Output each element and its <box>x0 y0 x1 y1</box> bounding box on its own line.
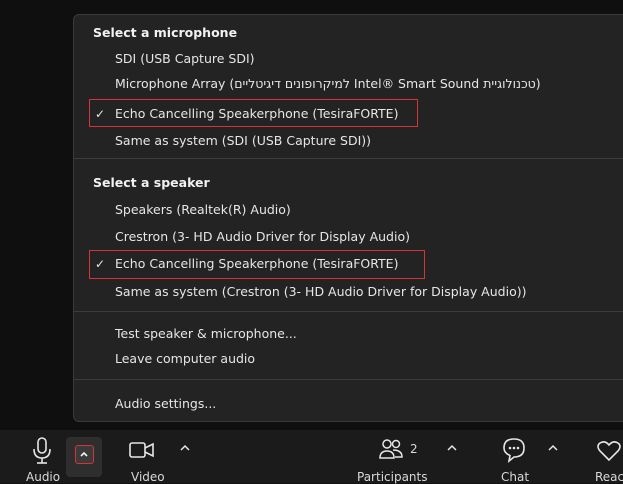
audio-label[interactable]: Audio <box>26 470 60 484</box>
video-chevron-up-icon[interactable] <box>180 444 190 452</box>
video-label[interactable]: Video <box>131 470 165 484</box>
participants-chevron-up-icon[interactable] <box>447 444 457 452</box>
participants-label[interactable]: Participants <box>357 470 428 484</box>
audio-options-caret-button[interactable] <box>75 445 94 464</box>
mic-option-same-as-system[interactable]: Same as system (SDI (USB Capture SDI)) <box>115 132 371 150</box>
mic-selection-highlight <box>89 99 418 127</box>
test-speaker-microphone-item[interactable]: Test speaker & microphone... <box>115 325 297 343</box>
microphone-icon[interactable] <box>32 436 52 466</box>
audio-settings-item[interactable]: Audio settings... <box>115 395 216 413</box>
menu-divider <box>74 379 623 380</box>
speaker-option-crestron[interactable]: Crestron (3- HD Audio Driver for Display… <box>115 228 410 246</box>
mic-option-sdi[interactable]: SDI (USB Capture SDI) <box>115 50 255 68</box>
chat-bubble-icon[interactable] <box>501 436 527 464</box>
chevron-up-icon <box>80 451 88 457</box>
reactions-heart-icon[interactable] <box>596 438 623 464</box>
reactions-label[interactable]: Reac <box>595 470 623 484</box>
leave-computer-audio-item[interactable]: Leave computer audio <box>115 350 255 368</box>
speaker-option-same-as-system[interactable]: Same as system (Crestron (3- HD Audio Dr… <box>115 283 526 301</box>
chat-chevron-up-icon[interactable] <box>548 444 558 452</box>
participants-count-badge: 2 <box>410 442 418 456</box>
chat-label[interactable]: Chat <box>501 470 529 484</box>
speaker-option-realtek[interactable]: Speakers (Realtek(R) Audio) <box>115 201 291 219</box>
audio-options-menu: Select a microphone SDI (USB Capture SDI… <box>73 14 623 422</box>
mic-option-microphone-array[interactable]: Microphone Array (למיקרופונים דיגיטליים … <box>115 75 541 93</box>
menu-divider <box>74 158 623 159</box>
video-camera-icon[interactable] <box>129 441 155 459</box>
menu-divider <box>74 311 623 312</box>
participants-icon[interactable] <box>378 438 404 462</box>
speaker-selection-highlight <box>89 250 425 279</box>
microphone-section-title: Select a microphone <box>93 25 238 40</box>
speaker-section-title: Select a speaker <box>93 175 210 190</box>
